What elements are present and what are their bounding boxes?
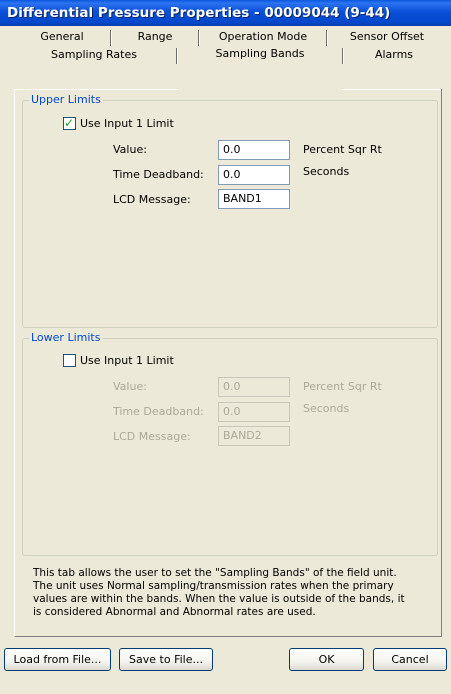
- lower-deadband-label: Time Deadband:: [113, 405, 204, 418]
- lower-use-input-label[interactable]: Use Input 1 Limit: [80, 354, 174, 367]
- ok-button[interactable]: OK: [289, 648, 364, 671]
- tab-range[interactable]: Range: [112, 29, 198, 46]
- lower-deadband-input[interactable]: 0.0: [218, 402, 290, 422]
- lower-deadband-unit: Seconds: [303, 402, 350, 415]
- upper-value-unit: Percent Sqr Rt: [303, 143, 382, 156]
- upper-deadband-label: Time Deadband:: [113, 168, 204, 181]
- tab-separator: [176, 48, 178, 64]
- tab-sampling-bands[interactable]: Sampling Bands: [178, 46, 342, 90]
- upper-value-label: Value:: [113, 143, 147, 156]
- tab-operation-mode[interactable]: Operation Mode: [200, 29, 326, 46]
- lower-limits-group: Lower Limits: [22, 331, 438, 556]
- load-from-file-button[interactable]: Load from File...: [4, 648, 111, 671]
- lower-limits-legend: Lower Limits: [29, 331, 103, 344]
- window-title-bar[interactable]: Differential Pressure Properties - 00009…: [0, 0, 451, 26]
- tab-separator: [326, 30, 328, 46]
- tab-general[interactable]: General: [14, 29, 110, 46]
- tab-sampling-rates[interactable]: Sampling Rates: [14, 47, 174, 64]
- tab-separator: [198, 30, 200, 46]
- save-to-file-button[interactable]: Save to File...: [119, 648, 213, 671]
- cancel-button[interactable]: Cancel: [373, 648, 447, 671]
- upper-lcd-label: LCD Message:: [113, 193, 191, 206]
- upper-limits-group: Upper Limits: [22, 93, 438, 328]
- tab-alarms[interactable]: Alarms: [344, 47, 444, 64]
- lower-value-label: Value:: [113, 380, 147, 393]
- tab-strip: General Range Operation Mode Sensor Offs…: [0, 26, 451, 90]
- window-title: Differential Pressure Properties - 00009…: [7, 5, 391, 21]
- tab-description: This tab allows the user to set the "Sam…: [33, 567, 405, 618]
- tab-separator: [342, 48, 344, 64]
- upper-use-input-checkbox[interactable]: [63, 115, 76, 131]
- lower-value-input[interactable]: 0.0: [218, 377, 290, 397]
- upper-deadband-input[interactable]: 0.0: [218, 165, 290, 185]
- lower-use-input-checkbox[interactable]: [63, 354, 76, 367]
- lower-value-unit: Percent Sqr Rt: [303, 380, 382, 393]
- upper-use-input-label[interactable]: Use Input 1 Limit: [80, 117, 174, 130]
- upper-deadband-unit: Seconds: [303, 165, 350, 178]
- upper-value-input[interactable]: 0.0: [218, 140, 290, 160]
- tab-separator: [110, 30, 112, 46]
- tab-sensor-offset[interactable]: Sensor Offset: [328, 29, 446, 46]
- lower-lcd-label: LCD Message:: [113, 430, 191, 443]
- upper-limits-legend: Upper Limits: [29, 93, 103, 106]
- upper-lcd-input[interactable]: BAND1: [218, 189, 290, 209]
- lower-lcd-input[interactable]: BAND2: [218, 426, 290, 446]
